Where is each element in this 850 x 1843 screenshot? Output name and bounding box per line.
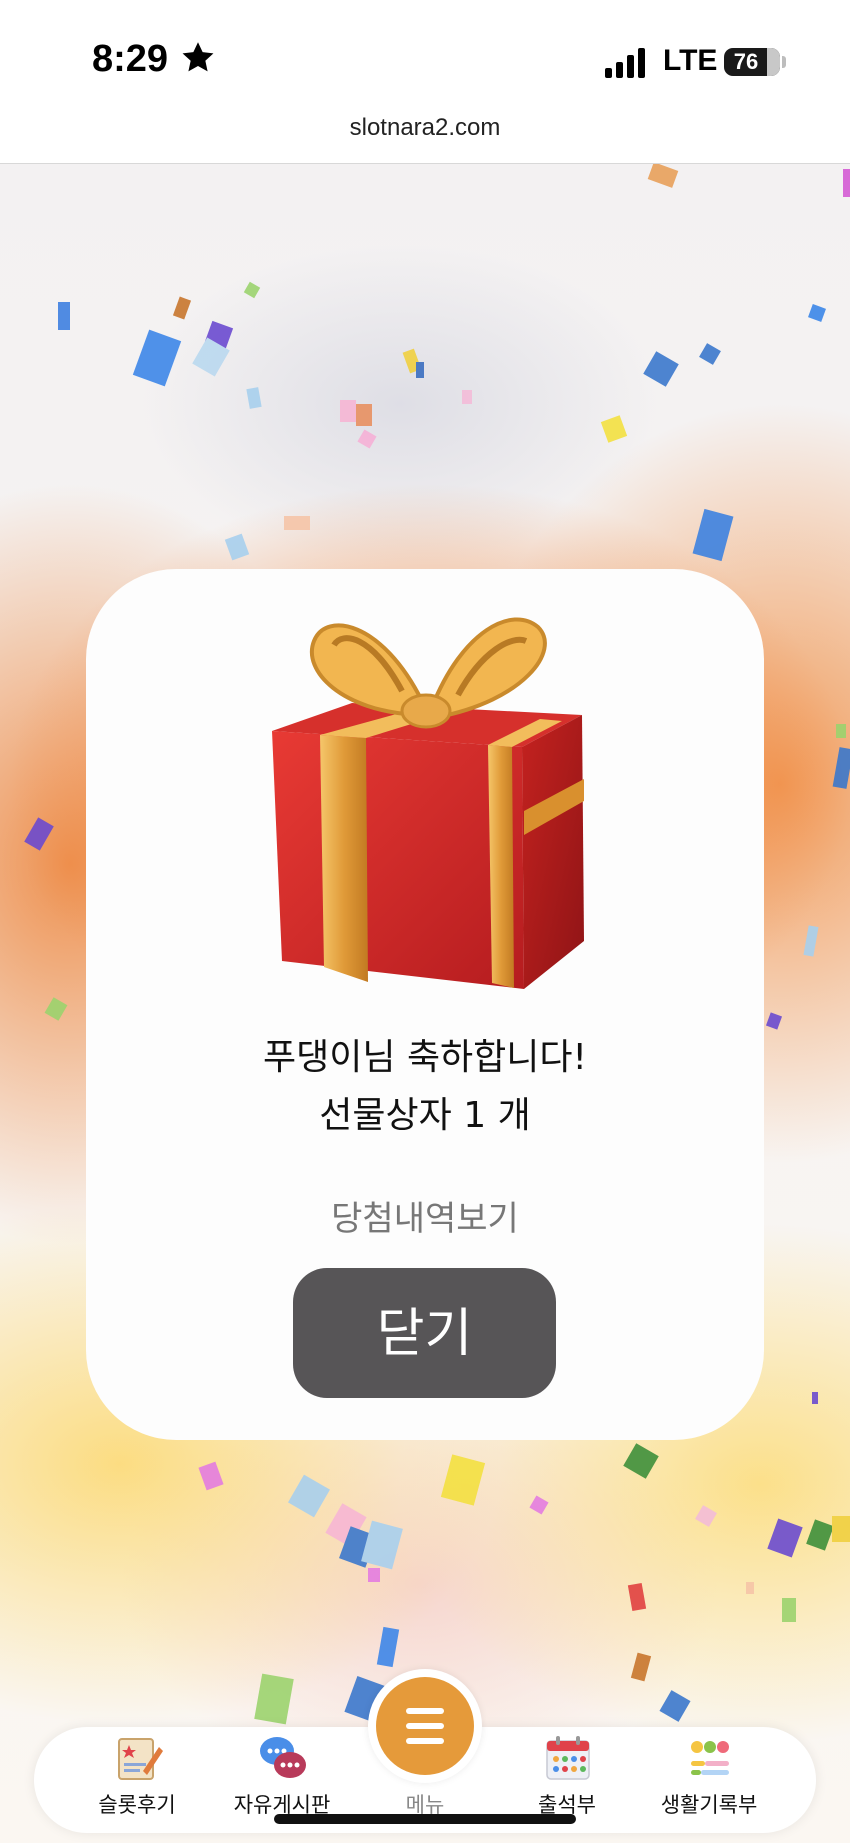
reward-popup: 푸댕이님 축하합니다! 선물상자 1 개 당첨내역보기 닫기 [86,569,764,1440]
nav-label: 생활기록부 [660,1793,758,1817]
battery-nub [782,56,786,68]
chat-bubbles-icon [260,1737,306,1778]
nav-label: 슬롯후기 [98,1793,176,1817]
status-time: 8:29 [92,38,169,80]
home-indicator [274,1814,576,1824]
menu-button[interactable] [368,1669,482,1783]
battery-icon: 76 [724,48,780,76]
battery-level: 76 [733,49,759,74]
view-win-history-link[interactable]: 당첨내역보기 [86,1191,764,1240]
star-icon [182,42,214,72]
emoji-chart-icon [691,1741,729,1775]
signal-bars-icon [605,48,645,78]
calendar-icon [546,1736,590,1780]
congratulation-message: 푸댕이님 축하합니다! 선물상자 1 개 [86,1029,764,1145]
congrats-line-1: 푸댕이님 축하합니다! [263,1037,587,1078]
hamburger-menu-icon [406,1708,444,1744]
address-bar-url[interactable]: slotnara2.com [0,114,850,142]
close-button[interactable]: 닫기 [293,1268,556,1398]
review-icon [118,1738,163,1780]
status-bar: 8:29 LTE 76 slotnara2.com [0,0,850,164]
prize-line: 선물상자 1 개 [319,1095,531,1136]
menu-button-circle [376,1677,474,1775]
nav-item-life-record[interactable]: 생활기록부 [639,1727,779,1833]
nav-item-slot-reviews[interactable]: 슬롯후기 [67,1727,207,1833]
network-type: LTE [663,44,718,77]
gift-box-icon [272,617,584,989]
